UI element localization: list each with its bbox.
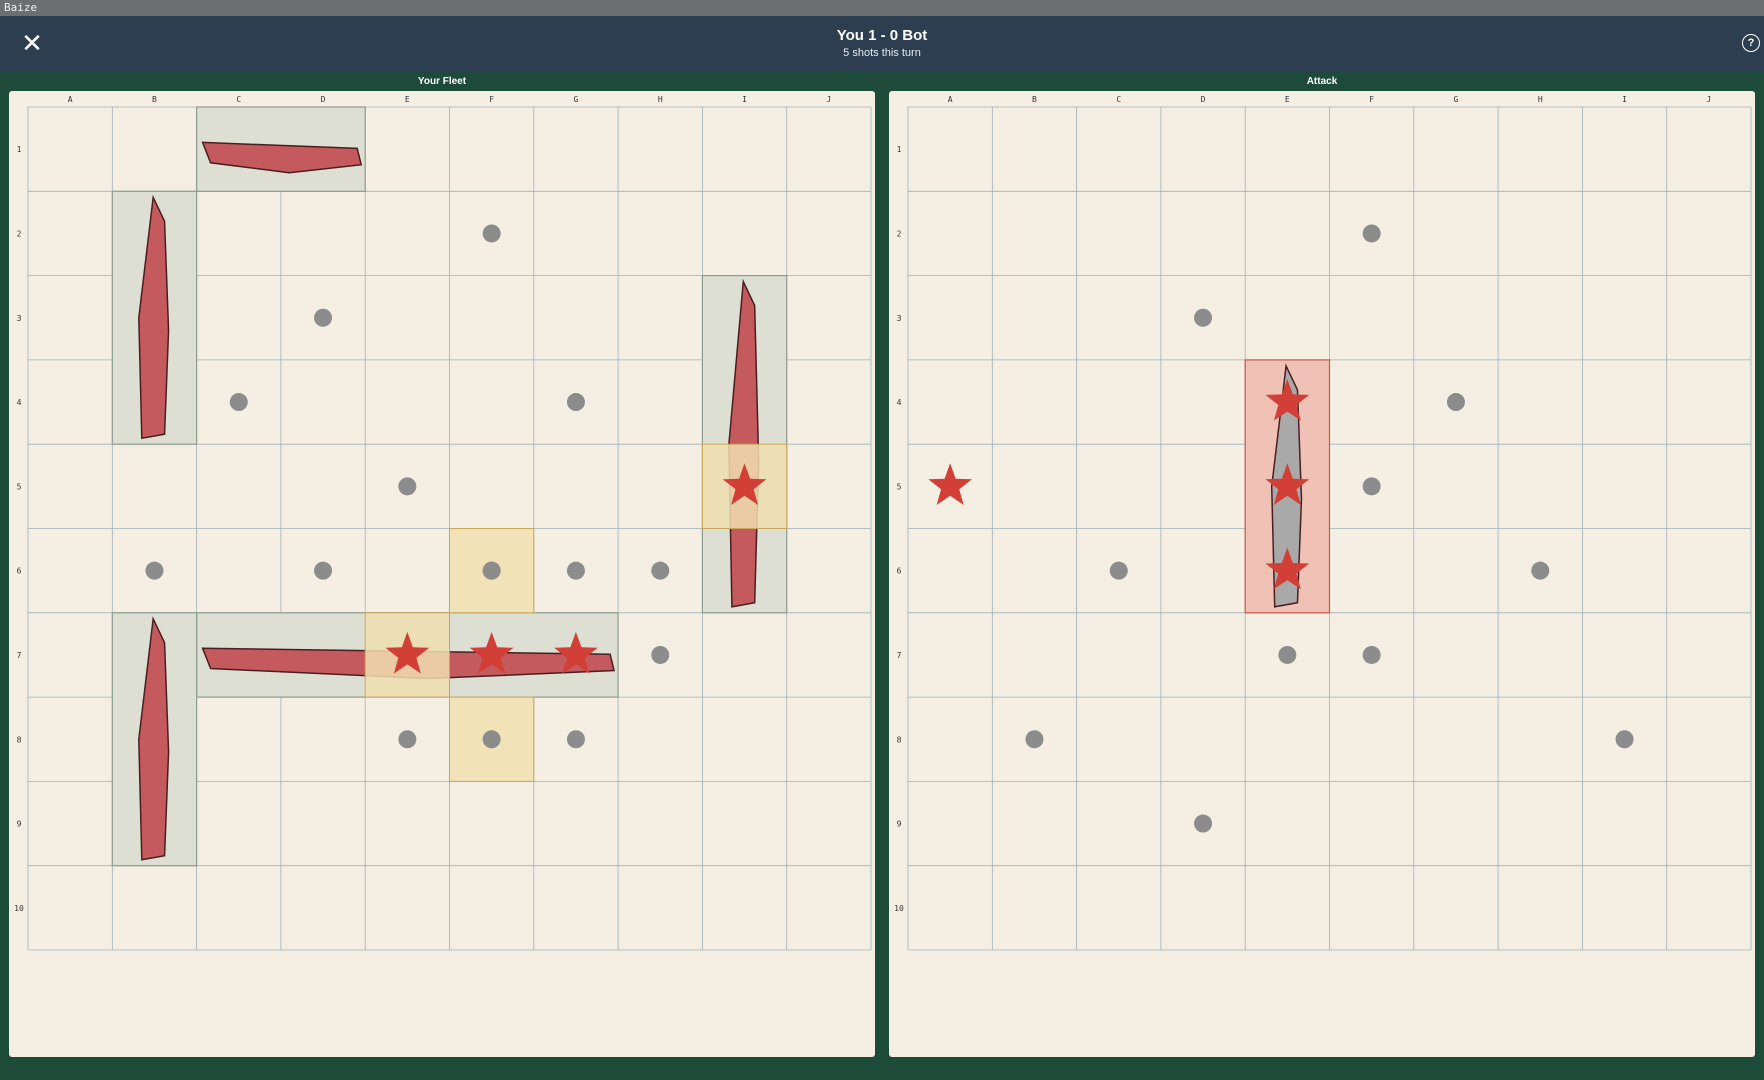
column-label: H bbox=[1538, 95, 1543, 104]
miss-peg-icon bbox=[1362, 224, 1381, 243]
row-label: 9 bbox=[17, 820, 22, 829]
column-label: J bbox=[1706, 95, 1711, 104]
miss-peg-icon bbox=[1362, 477, 1381, 496]
row-label: 10 bbox=[14, 904, 24, 913]
fleet-grid: A B C D E F G H I J 1 2 3 4 5 6 7 8 9 10 bbox=[14, 95, 872, 951]
row-label: 6 bbox=[897, 567, 902, 576]
game-header: ✕ You 1 - 0 Bot 5 shots this turn ? bbox=[0, 16, 1764, 72]
miss-peg-icon bbox=[566, 393, 585, 412]
miss-peg-icon bbox=[1278, 645, 1297, 664]
score-display: You 1 - 0 Bot bbox=[836, 27, 928, 44]
row-label: 5 bbox=[897, 482, 902, 491]
row-label: 2 bbox=[897, 229, 902, 238]
column-label: H bbox=[658, 95, 663, 104]
column-label: J bbox=[826, 95, 831, 104]
miss-peg-icon bbox=[482, 730, 501, 749]
row-label: 8 bbox=[17, 735, 22, 744]
column-label: F bbox=[1369, 95, 1374, 104]
column-label: A bbox=[68, 95, 73, 104]
column-label: A bbox=[948, 95, 953, 104]
fleet-title: Your Fleet bbox=[417, 76, 467, 87]
window-title-bar: Baize bbox=[0, 0, 1764, 16]
fleet-board: A B C D E F G H I J 1 2 3 4 5 6 7 8 9 10 bbox=[9, 91, 875, 1057]
row-label: 10 bbox=[894, 904, 904, 913]
miss-peg-icon bbox=[145, 561, 164, 580]
miss-peg-icon bbox=[566, 730, 585, 749]
column-label: F bbox=[489, 95, 494, 104]
hit-star-icon bbox=[928, 463, 972, 505]
column-label: C bbox=[236, 95, 241, 104]
shots-remaining: 5 shots this turn bbox=[843, 47, 921, 59]
miss-peg-icon bbox=[1615, 730, 1634, 749]
row-label: 1 bbox=[897, 145, 902, 154]
row-label: 8 bbox=[897, 735, 902, 744]
miss-peg-icon bbox=[651, 645, 670, 664]
miss-peg-icon bbox=[314, 561, 333, 580]
column-label: D bbox=[321, 95, 326, 104]
column-label: B bbox=[1032, 95, 1037, 104]
miss-peg-icon bbox=[1362, 645, 1381, 664]
attack-grid[interactable]: A B C D E F G H I J 1 2 3 4 5 6 7 8 9 10 bbox=[889, 91, 1755, 1057]
row-label: 7 bbox=[897, 651, 902, 660]
column-label: G bbox=[574, 95, 579, 104]
miss-peg-icon bbox=[566, 561, 585, 580]
column-label: D bbox=[1201, 95, 1206, 104]
help-circle-icon[interactable]: ? bbox=[1742, 34, 1760, 52]
column-label: I bbox=[1622, 95, 1627, 104]
row-label: 3 bbox=[17, 314, 22, 323]
row-label: 2 bbox=[17, 229, 22, 238]
row-label: 6 bbox=[17, 567, 22, 576]
row-label: 9 bbox=[897, 820, 902, 829]
column-label: B bbox=[152, 95, 157, 104]
column-label: E bbox=[405, 95, 410, 104]
miss-peg-icon bbox=[482, 561, 501, 580]
attack-title: Attack bbox=[1306, 76, 1338, 87]
row-label: 4 bbox=[17, 398, 22, 407]
miss-peg-icon bbox=[651, 561, 670, 580]
miss-peg-icon bbox=[1194, 814, 1213, 833]
miss-peg-icon bbox=[1194, 308, 1213, 327]
row-label: 1 bbox=[17, 145, 22, 154]
miss-peg-icon bbox=[229, 393, 248, 412]
miss-peg-icon bbox=[1531, 561, 1550, 580]
row-label: 3 bbox=[897, 314, 902, 323]
attack-board[interactable]: A B C D E F G H I J 1 2 3 4 5 6 7 8 9 10 bbox=[889, 91, 1755, 1057]
column-label: E bbox=[1285, 95, 1290, 104]
miss-peg-icon bbox=[1446, 393, 1465, 412]
window-title: Baize bbox=[4, 1, 38, 14]
miss-peg-icon bbox=[398, 730, 417, 749]
miss-peg-icon bbox=[1109, 561, 1128, 580]
miss-peg-icon bbox=[1025, 730, 1044, 749]
column-label: G bbox=[1454, 95, 1459, 104]
column-label: C bbox=[1116, 95, 1121, 104]
row-label: 7 bbox=[17, 651, 22, 660]
row-label: 4 bbox=[897, 398, 902, 407]
miss-peg-icon bbox=[314, 308, 333, 327]
miss-peg-icon bbox=[482, 224, 501, 243]
miss-peg-icon bbox=[398, 477, 417, 496]
column-label: I bbox=[742, 95, 747, 104]
row-label: 5 bbox=[17, 482, 22, 491]
